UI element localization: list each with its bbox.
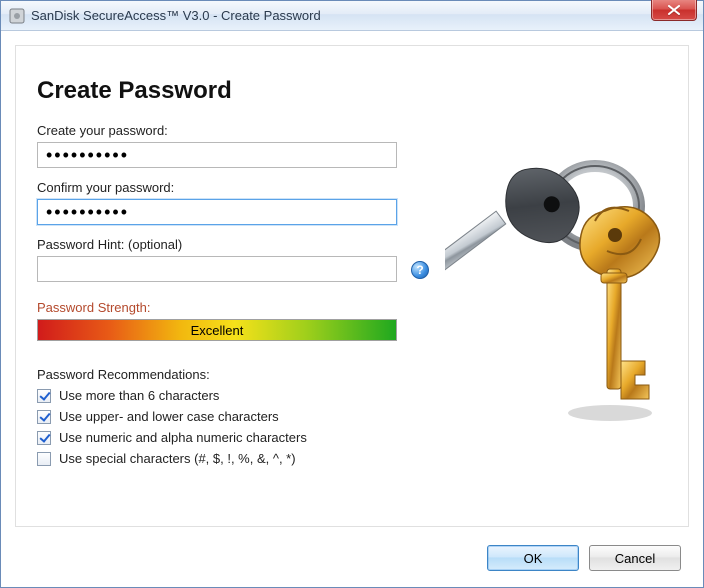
recommendation-checkbox[interactable] [37, 410, 51, 424]
confirm-password-input[interactable] [37, 199, 397, 225]
close-button[interactable] [651, 0, 697, 21]
recommendation-item: Use numeric and alpha numeric characters [37, 430, 667, 445]
hint-input[interactable] [37, 256, 397, 282]
recommendation-checkbox[interactable] [37, 389, 51, 403]
create-password-input[interactable] [37, 142, 397, 168]
titlebar: SanDisk SecureAccess™ V3.0 - Create Pass… [1, 1, 703, 31]
strength-meter: Excellent [37, 319, 397, 341]
close-icon [668, 5, 680, 15]
recommendation-checkbox[interactable] [37, 431, 51, 445]
app-icon [9, 8, 25, 24]
window-title: SanDisk SecureAccess™ V3.0 - Create Pass… [31, 8, 321, 23]
recommendation-item: Use special characters (#, $, !, %, &, ^… [37, 451, 667, 466]
recommendation-label: Use special characters (#, $, !, %, &, ^… [59, 451, 296, 466]
recommendation-label: Use numeric and alpha numeric characters [59, 430, 307, 445]
recommendation-label: Use upper- and lower case characters [59, 409, 279, 424]
ok-button[interactable]: OK [487, 545, 579, 571]
help-icon[interactable]: ? [411, 261, 429, 279]
dialog-buttons: OK Cancel [487, 545, 681, 571]
hint-label: Password Hint: (optional) [37, 237, 397, 252]
app-window: SanDisk SecureAccess™ V3.0 - Create Pass… [0, 0, 704, 588]
recommendation-checkbox[interactable] [37, 452, 51, 466]
content-area: Create Password Create your password: Co… [1, 31, 703, 587]
create-password-label: Create your password: [37, 123, 667, 138]
recommendation-label: Use more than 6 characters [59, 388, 219, 403]
strength-value: Excellent [191, 323, 244, 338]
page-title: Create Password [37, 77, 667, 105]
keys-illustration [445, 151, 675, 431]
cancel-button[interactable]: Cancel [589, 545, 681, 571]
